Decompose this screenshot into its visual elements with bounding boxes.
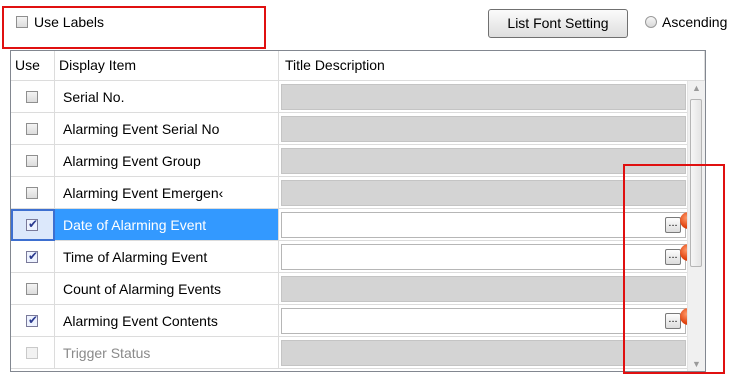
use-checkbox[interactable] — [26, 123, 38, 135]
use-labels-annotation — [2, 6, 266, 49]
ascending-radio[interactable] — [645, 16, 657, 28]
display-item-label: Alarming Event Serial No — [63, 121, 220, 137]
table-row[interactable]: Alarming Event Serial No — [11, 113, 705, 145]
table-row[interactable]: Trigger Status — [11, 337, 705, 369]
use-checkbox[interactable] — [26, 217, 38, 231]
header-title-description: Title Description — [279, 51, 705, 81]
display-item-cell[interactable]: Trigger Status — [55, 337, 279, 369]
display-item-cell[interactable]: Date of Alarming Event — [55, 209, 279, 241]
header-use-label: Use — [15, 57, 40, 73]
use-cell — [11, 305, 55, 337]
list-font-setting-label: List Font Setting — [507, 15, 609, 31]
table-row[interactable]: Time of Alarming Event...! — [11, 241, 705, 273]
display-item-cell[interactable]: Alarming Event Group — [55, 145, 279, 177]
display-item-grid: Use Display Item Title Description Seria… — [10, 50, 706, 372]
header-display-item: Display Item — [55, 51, 279, 81]
title-description-cell — [279, 113, 688, 145]
table-row[interactable]: Alarming Event Contents...! — [11, 305, 705, 337]
table-row[interactable]: Serial No. — [11, 81, 705, 113]
use-cell — [11, 241, 55, 273]
right-column-annotation — [623, 164, 725, 374]
display-item-label: Trigger Status — [63, 345, 151, 361]
grid-header: Use Display Item Title Description — [11, 51, 705, 81]
display-item-label: Count of Alarming Events — [63, 281, 221, 297]
table-row[interactable]: Alarming Event Emergen‹ — [11, 177, 705, 209]
use-checkbox[interactable] — [26, 249, 38, 263]
header-display-item-label: Display Item — [59, 57, 137, 73]
display-item-label: Date of Alarming Event — [63, 217, 207, 233]
display-item-cell[interactable]: Serial No. — [55, 81, 279, 113]
use-cell — [11, 177, 55, 209]
use-checkbox[interactable] — [26, 313, 38, 327]
scroll-up-arrow-icon[interactable]: ▲ — [691, 83, 702, 93]
ascending-label: Ascending — [662, 14, 728, 30]
use-checkbox[interactable] — [26, 347, 38, 359]
use-cell — [11, 337, 55, 369]
use-checkbox[interactable] — [26, 283, 38, 295]
display-item-cell[interactable]: Count of Alarming Events — [55, 273, 279, 305]
display-item-label: Alarming Event Emergen‹ — [63, 185, 224, 201]
title-description-cell — [279, 81, 688, 113]
display-item-cell[interactable]: Alarming Event Serial No — [55, 113, 279, 145]
display-item-cell[interactable]: Alarming Event Emergen‹ — [55, 177, 279, 209]
table-row[interactable]: Count of Alarming Events — [11, 273, 705, 305]
header-title-description-label: Title Description — [285, 57, 385, 73]
use-cell — [11, 209, 55, 241]
display-item-label: Serial No. — [63, 89, 125, 105]
display-item-label: Alarming Event Contents — [63, 313, 218, 329]
list-font-setting-button[interactable]: List Font Setting — [488, 9, 628, 38]
display-item-label: Time of Alarming Event — [63, 249, 208, 265]
use-checkbox[interactable] — [26, 91, 38, 103]
title-description-disabled — [281, 116, 686, 142]
table-row[interactable]: Date of Alarming Event...! — [11, 209, 705, 241]
header-use: Use — [11, 51, 55, 81]
use-checkbox[interactable] — [26, 187, 38, 199]
title-description-disabled — [281, 84, 686, 110]
use-cell — [11, 113, 55, 145]
use-checkbox[interactable] — [26, 155, 38, 167]
use-cell — [11, 81, 55, 113]
use-cell — [11, 145, 55, 177]
use-cell — [11, 273, 55, 305]
table-row[interactable]: Alarming Event Group — [11, 145, 705, 177]
display-item-cell[interactable]: Time of Alarming Event — [55, 241, 279, 273]
display-item-label: Alarming Event Group — [63, 153, 201, 169]
display-item-cell[interactable]: Alarming Event Contents — [55, 305, 279, 337]
